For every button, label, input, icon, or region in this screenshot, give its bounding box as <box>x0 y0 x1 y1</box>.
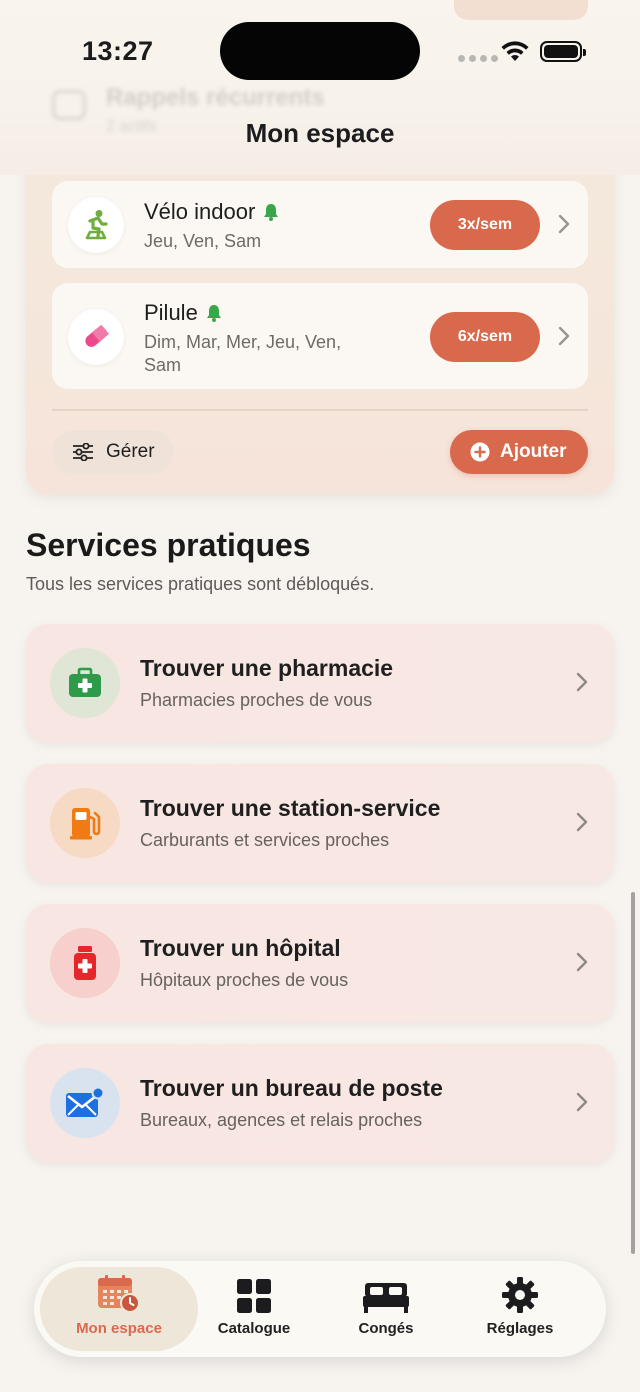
reminder-name-text: Pilule <box>144 300 198 325</box>
bell-icon <box>264 204 279 221</box>
manage-button[interactable]: Gérer <box>52 430 174 474</box>
service-card-post[interactable]: Trouver un bureau de poste Bureaux, agen… <box>26 1044 614 1162</box>
tab-label: Congés <box>358 1320 414 1337</box>
services-title: Services pratiques <box>26 527 311 563</box>
reminder-item-velo[interactable]: Vélo indoor Jeu, Ven, Sam 3x/sem <box>52 181 588 268</box>
tab-catalogue[interactable]: Catalogue <box>204 1267 304 1351</box>
chevron-right-icon <box>558 326 570 346</box>
page-title: Mon espace <box>245 118 395 148</box>
reminder-days: Jeu, Ven, Sam <box>144 231 262 251</box>
tab-label: Catalogue <box>217 1320 291 1337</box>
signal-icon <box>458 55 498 62</box>
divider <box>52 409 588 411</box>
tab-label: Mon espace <box>76 1320 162 1337</box>
reminder-item-pilule[interactable]: Pilule Dim, Mar, Mer, Jeu, Ven, Sam 6x/s… <box>52 283 588 389</box>
manage-label: Gérer <box>106 441 155 462</box>
ghost-title: Rappels récurrents <box>106 84 325 111</box>
service-card-hospital[interactable]: Trouver un hôpital Hôpitaux proches de v… <box>26 904 614 1022</box>
battery-icon <box>540 41 586 62</box>
medkit-icon <box>50 648 120 718</box>
service-card-pharmacy[interactable]: Trouver une pharmacie Pharmacies proches… <box>26 624 614 742</box>
chevron-right-icon <box>576 952 588 972</box>
mail-icon <box>50 1068 120 1138</box>
service-name: Trouver un hôpital <box>140 935 341 961</box>
tab-label: Réglages <box>486 1320 554 1337</box>
tab-mon-espace[interactable]: Mon espace <box>40 1267 198 1351</box>
scrollbar[interactable] <box>631 892 635 1254</box>
grid-icon <box>237 1279 271 1313</box>
hospital-bottle-icon <box>50 928 120 998</box>
add-label: Ajouter <box>500 441 567 462</box>
screen: Rappels récurrents 2 actifs 13:27 Mon es… <box>0 0 640 1392</box>
service-desc: Hôpitaux proches de vous <box>140 970 349 990</box>
repeat-icon <box>52 90 86 120</box>
fuel-pump-icon <box>50 788 120 858</box>
services-subtitle: Tous les services pratiques sont débloqu… <box>26 574 375 594</box>
ghost-pill <box>454 0 588 20</box>
chevron-right-icon <box>576 812 588 832</box>
tab-reglages[interactable]: Réglages <box>470 1267 570 1351</box>
service-card-fuel[interactable]: Trouver une station-service Carburants e… <box>26 764 614 882</box>
chevron-right-icon <box>558 214 570 234</box>
sliders-icon <box>73 443 93 461</box>
status-time: 13:27 <box>82 36 154 66</box>
service-name: Trouver une pharmacie <box>140 655 394 681</box>
reminder-name-text: Vélo indoor <box>144 199 256 224</box>
tab-conges[interactable]: Congés <box>336 1267 436 1351</box>
service-desc: Bureaux, agences et relais proches <box>140 1110 423 1130</box>
service-name: Trouver un bureau de poste <box>140 1075 443 1101</box>
plus-circle-icon <box>470 442 490 462</box>
bed-icon <box>363 1283 409 1313</box>
frequency-badge[interactable]: 3x/sem <box>430 200 540 250</box>
add-button[interactable]: Ajouter <box>450 430 588 474</box>
bell-icon <box>206 305 221 322</box>
chevron-right-icon <box>576 1092 588 1112</box>
calendar-clock-icon <box>98 1275 140 1313</box>
chevron-right-icon <box>576 672 588 692</box>
dynamic-island <box>220 22 420 80</box>
reminders-card: Vélo indoor Jeu, Ven, Sam 3x/sem Pilule … <box>26 140 614 494</box>
gear-icon <box>502 1277 538 1313</box>
service-desc: Pharmacies proches de vous <box>140 690 373 710</box>
bike-icon <box>68 197 124 253</box>
wifi-icon <box>501 41 529 61</box>
service-desc: Carburants et services proches <box>140 830 390 850</box>
frequency-badge[interactable]: 6x/sem <box>430 312 540 362</box>
tab-bar: Mon espace Catalogue Congés Réglages <box>34 1261 606 1357</box>
reminder-name: Vélo indoor <box>144 199 279 225</box>
pill-icon <box>68 309 124 365</box>
reminder-name: Pilule <box>144 300 222 326</box>
service-name: Trouver une station-service <box>140 795 441 821</box>
reminder-days: Dim, Mar, Mer, Jeu, Ven, Sam <box>144 332 342 375</box>
